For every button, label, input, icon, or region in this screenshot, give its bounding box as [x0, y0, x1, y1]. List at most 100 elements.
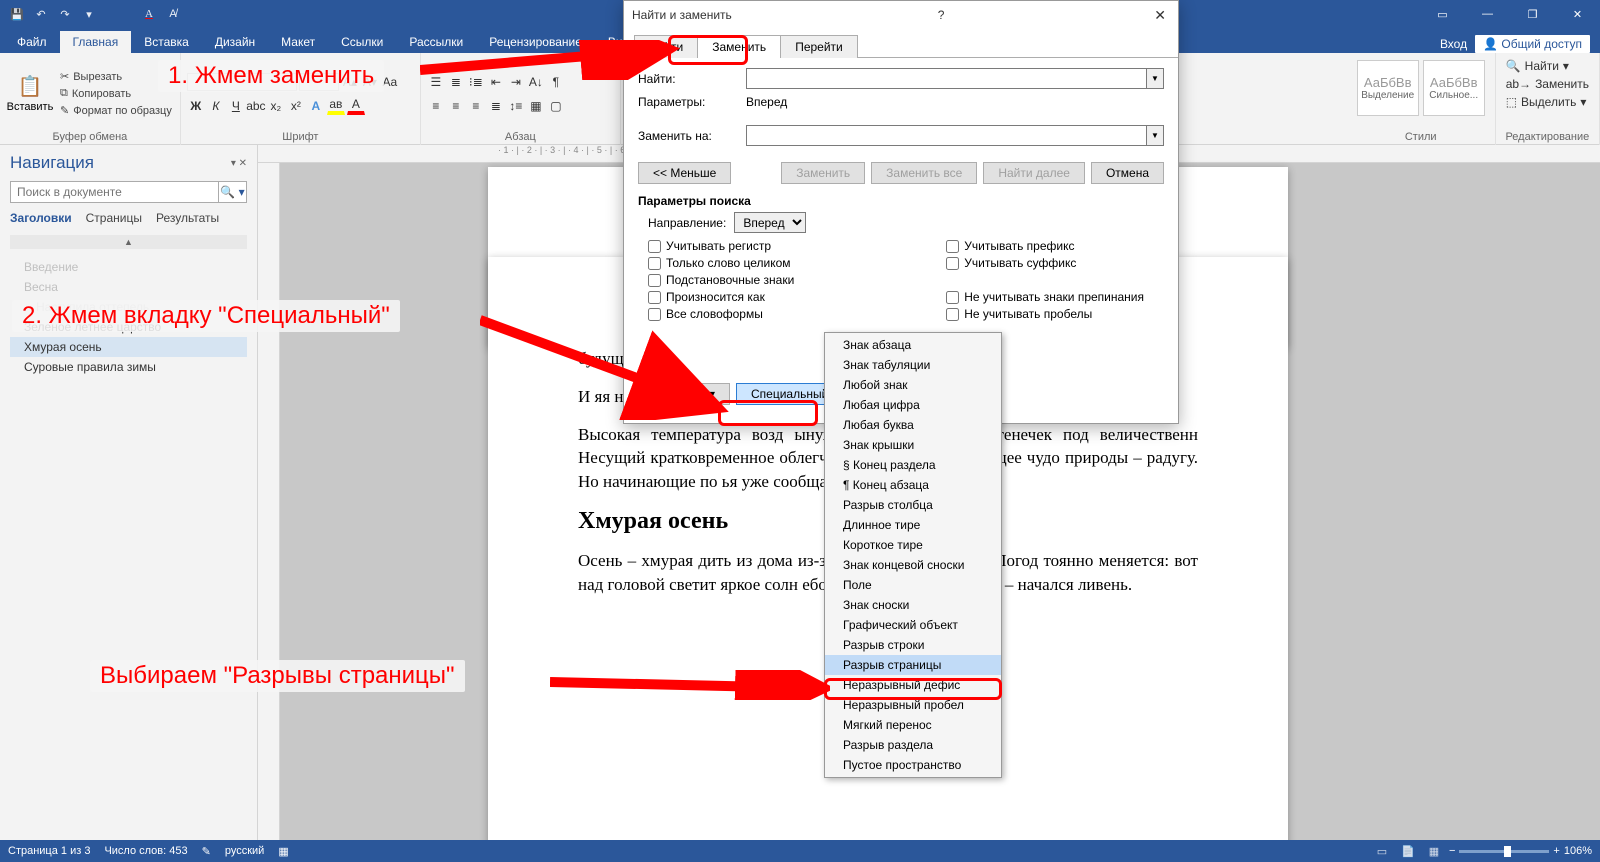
- cancel-button[interactable]: Отмена: [1091, 162, 1164, 184]
- strike-icon[interactable]: abc: [247, 97, 265, 115]
- special-menu-item[interactable]: Разрыв столбца: [825, 495, 1001, 515]
- sort-icon[interactable]: A↓: [527, 73, 545, 91]
- multilevel-icon[interactable]: ⁝≣: [467, 73, 485, 91]
- undo-icon[interactable]: ↶: [32, 5, 50, 23]
- replace-button[interactable]: ab→ Заменить: [1504, 76, 1591, 92]
- find-button[interactable]: 🔍 Найти ▾: [1504, 58, 1591, 74]
- special-menu-item[interactable]: Разрыв строки: [825, 635, 1001, 655]
- chk-suffix[interactable]: Учитывать суффикс: [946, 256, 1144, 270]
- special-menu-item[interactable]: Неразрывный дефис: [825, 675, 1001, 695]
- special-menu-item[interactable]: Графический объект: [825, 615, 1001, 635]
- replace-one-button[interactable]: Заменить: [781, 162, 865, 184]
- outline-item[interactable]: Суровые правила зимы: [10, 357, 247, 377]
- special-menu-item[interactable]: Знак концевой сноски: [825, 555, 1001, 575]
- special-menu-item[interactable]: Мягкий перенос: [825, 715, 1001, 735]
- superscript-icon[interactable]: x²: [287, 97, 305, 115]
- align-left-icon[interactable]: ≡: [427, 97, 445, 115]
- change-case-icon[interactable]: Aa: [381, 73, 399, 91]
- outline-item[interactable]: Зеленое летнее царство: [10, 317, 247, 337]
- status-macros-icon[interactable]: ▦: [278, 845, 288, 858]
- find-next-button[interactable]: Найти далее: [983, 162, 1085, 184]
- font-color-icon[interactable]: A: [347, 97, 365, 115]
- indent-inc-icon[interactable]: ⇥: [507, 73, 525, 91]
- status-page[interactable]: Страница 1 из 3: [8, 845, 90, 857]
- special-menu-item[interactable]: Любая буква: [825, 415, 1001, 435]
- special-menu-item[interactable]: Длинное тире: [825, 515, 1001, 535]
- special-menu-item[interactable]: Пустое пространство: [825, 755, 1001, 775]
- view-read-icon[interactable]: ▭: [1371, 842, 1393, 860]
- special-menu-item[interactable]: Любой знак: [825, 375, 1001, 395]
- special-menu-item[interactable]: ¶ Конец абзаца: [825, 475, 1001, 495]
- highlight-icon[interactable]: aʙ: [327, 97, 345, 115]
- underline-icon[interactable]: Ч: [227, 97, 245, 115]
- chk-sounds[interactable]: Произносится как: [648, 290, 794, 304]
- nav-search[interactable]: 🔍 ▾: [10, 181, 247, 203]
- align-right-icon[interactable]: ≡: [467, 97, 485, 115]
- find-input[interactable]: ▼: [746, 68, 1164, 89]
- nav-tab-pages[interactable]: Страницы: [86, 211, 142, 225]
- style-box-2[interactable]: АаБбВвСильное...: [1423, 60, 1485, 116]
- subscript-icon[interactable]: x₂: [267, 97, 285, 115]
- zoom-in-icon[interactable]: +: [1553, 845, 1559, 857]
- signin-link[interactable]: Вход: [1440, 37, 1467, 51]
- cut-button[interactable]: ✂ Вырезать: [58, 69, 174, 84]
- special-menu-item[interactable]: Разрыв раздела: [825, 735, 1001, 755]
- status-spell-icon[interactable]: ✎: [202, 845, 211, 858]
- font-size-box[interactable]: [299, 73, 339, 91]
- tab-home[interactable]: Главная: [60, 31, 132, 53]
- special-menu-item[interactable]: Знак крышки: [825, 435, 1001, 455]
- nav-tab-results[interactable]: Результаты: [156, 211, 219, 225]
- show-marks-icon[interactable]: ¶: [547, 73, 565, 91]
- clear-format-icon[interactable]: A̸: [164, 5, 182, 23]
- line-spacing-icon[interactable]: ↕≡: [507, 97, 525, 115]
- dialog-tab-goto[interactable]: Перейти: [780, 35, 858, 58]
- replace-all-button[interactable]: Заменить все: [871, 162, 977, 184]
- chk-whole[interactable]: Только слово целиком: [648, 256, 794, 270]
- chk-wildcard[interactable]: Подстановочные знаки: [648, 273, 794, 287]
- close-icon[interactable]: ✕: [1555, 0, 1600, 28]
- chk-forms[interactable]: Все словоформы: [648, 307, 794, 321]
- paste-button[interactable]: 📋Вставить: [6, 56, 54, 131]
- tab-design[interactable]: Дизайн: [202, 31, 268, 53]
- chk-prefix[interactable]: Учитывать префикс: [946, 239, 1144, 253]
- replace-input[interactable]: ▼: [746, 125, 1164, 146]
- search-icon[interactable]: 🔍 ▾: [218, 182, 246, 202]
- qat-more-icon[interactable]: ▾: [80, 5, 98, 23]
- special-menu-item[interactable]: § Конец раздела: [825, 455, 1001, 475]
- tab-review[interactable]: Рецензирование: [476, 31, 595, 53]
- view-web-icon[interactable]: ▦: [1423, 842, 1445, 860]
- outline-item[interactable]: Наступила оттепель: [10, 297, 247, 317]
- zoom-slider[interactable]: [1459, 850, 1549, 853]
- style-box-1[interactable]: АаБбВвВыделение: [1357, 60, 1419, 116]
- redo-icon[interactable]: ↷: [56, 5, 74, 23]
- nav-tab-headings[interactable]: Заголовки: [10, 211, 72, 225]
- nav-pin-icon[interactable]: ▾ ✕: [231, 158, 247, 169]
- font-color-icon[interactable]: A: [140, 5, 158, 23]
- less-button[interactable]: << Меньше: [638, 162, 731, 184]
- nav-collapse-bar[interactable]: ▲: [10, 235, 247, 249]
- indent-dec-icon[interactable]: ⇤: [487, 73, 505, 91]
- shading-icon[interactable]: ▦: [527, 97, 545, 115]
- dialog-tab-replace[interactable]: Заменить: [697, 35, 781, 58]
- special-menu-item[interactable]: Короткое тире: [825, 535, 1001, 555]
- special-menu-item[interactable]: Любая цифра: [825, 395, 1001, 415]
- dialog-tab-find[interactable]: Найти: [634, 35, 698, 58]
- save-icon[interactable]: 💾: [8, 5, 26, 23]
- view-print-icon[interactable]: 📄: [1397, 842, 1419, 860]
- chevron-down-icon[interactable]: ▼: [1146, 69, 1163, 88]
- maximize-icon[interactable]: ❐: [1510, 0, 1555, 28]
- special-menu-item[interactable]: Знак сноски: [825, 595, 1001, 615]
- direction-select[interactable]: Вперед: [734, 212, 806, 233]
- tab-file[interactable]: Файл: [4, 31, 60, 53]
- copy-button[interactable]: ⧉ Копировать: [58, 86, 174, 101]
- italic-icon[interactable]: К: [207, 97, 225, 115]
- align-center-icon[interactable]: ≡: [447, 97, 465, 115]
- nav-search-input[interactable]: [11, 182, 218, 202]
- tab-references[interactable]: Ссылки: [328, 31, 396, 53]
- special-menu-item[interactable]: Разрыв страницы: [825, 655, 1001, 675]
- share-button[interactable]: 👤 Общий доступ: [1475, 35, 1590, 53]
- chevron-down-icon[interactable]: ▼: [1146, 126, 1163, 145]
- tab-insert[interactable]: Вставка: [131, 31, 202, 53]
- status-lang[interactable]: русский: [225, 845, 264, 857]
- outline-item[interactable]: Введение: [10, 257, 247, 277]
